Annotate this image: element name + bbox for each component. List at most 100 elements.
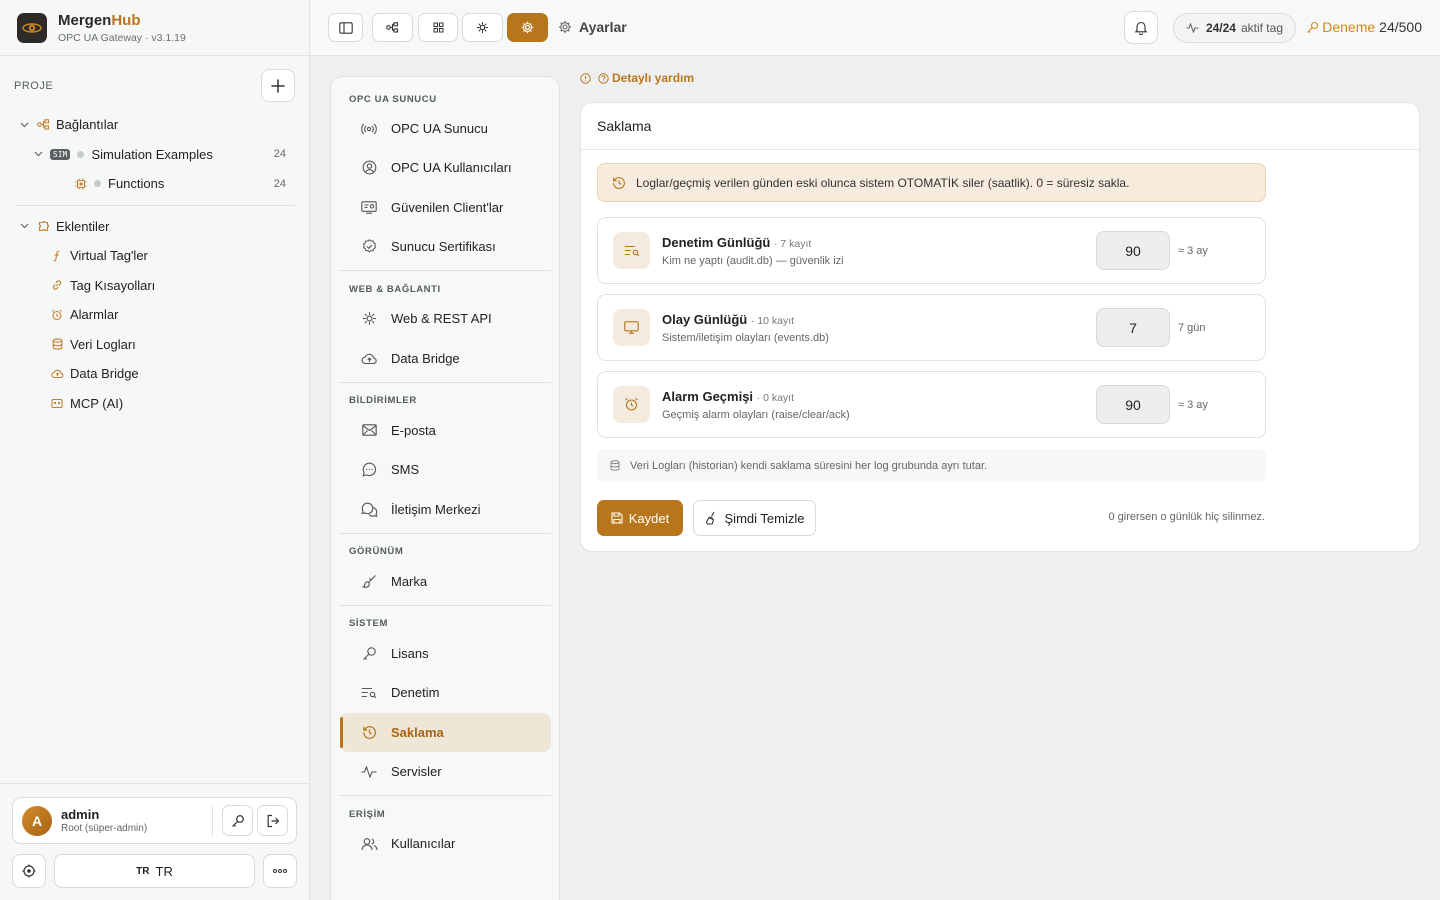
app-logo — [17, 12, 47, 43]
tree-item-connections[interactable]: Bağlantılar — [0, 110, 310, 140]
database-icon — [610, 460, 620, 471]
status-dot — [94, 180, 101, 188]
nav-item-web-rest-api[interactable]: Web & REST API — [340, 299, 551, 338]
project-tree: Bağlantılar SIM Simulation Examples 24 F… — [0, 110, 310, 418]
active-tags-label: aktif tag — [1240, 21, 1283, 35]
project-label: PROJE — [14, 79, 54, 92]
page-title: Ayarlar — [558, 19, 627, 35]
activity-icon — [1186, 23, 1199, 33]
sim-badge: SIM — [50, 148, 71, 160]
plugin-icon — [36, 219, 50, 233]
tree-item-plugins[interactable]: Eklentiler — [0, 212, 310, 242]
tree-item-alarms[interactable]: Alarmlar — [0, 300, 310, 330]
chevron-down-icon[interactable] — [18, 223, 30, 229]
target-icon — [22, 864, 36, 878]
help-link[interactable]: Detaylı yardım — [580, 71, 694, 85]
nav-item-services[interactable]: Servisler — [340, 752, 551, 791]
settings-view-button[interactable] — [507, 13, 548, 42]
card-title: Saklama — [581, 103, 1419, 150]
active-tags-badge[interactable]: 24/24 aktif tag — [1172, 13, 1296, 43]
nav-group-title: ERİŞİM — [349, 808, 386, 820]
tree-item-virtual-tags[interactable]: Virtual Tag'ler — [0, 241, 310, 271]
more-button[interactable] — [263, 854, 297, 888]
add-project-button[interactable] — [261, 69, 295, 102]
chevron-down-icon[interactable] — [18, 122, 30, 128]
tree-item-data-bridge[interactable]: Data Bridge — [0, 359, 310, 389]
help-circle-icon — [598, 72, 609, 84]
nav-item-sms[interactable]: SMS — [340, 450, 551, 489]
logout-button[interactable] — [257, 805, 288, 836]
nav-group-title: WEB & BAĞLANTI — [349, 283, 441, 295]
locate-button[interactable] — [12, 854, 46, 888]
historian-note: Veri Logları (historian) kendi saklama s… — [597, 449, 1266, 482]
status-dot — [77, 150, 85, 158]
brand-name: MergenHub — [58, 11, 141, 29]
nav-item-users[interactable]: Kullanıcılar — [340, 824, 551, 863]
topbar: Ayarlar 24/24 aktif tag Deneme 24/500 — [310, 0, 1440, 56]
row-description: Sistem/iletişim olayları (events.db) — [662, 331, 829, 344]
connections-view-button[interactable] — [372, 13, 413, 42]
user-name: admin — [61, 807, 100, 822]
logout-icon — [267, 814, 279, 827]
nav-item-audit[interactable]: Denetim — [340, 673, 551, 712]
language-selector[interactable]: TR TR — [54, 854, 255, 888]
nav-group-title: OPC UA SUNUCU — [349, 93, 437, 105]
alarm-icon — [613, 386, 650, 423]
project-header: PROJE — [14, 69, 295, 102]
nav-item-license[interactable]: Lisans — [340, 634, 551, 673]
nav-item-brand[interactable]: Marka — [340, 562, 551, 601]
tree-item-simulation[interactable]: SIM Simulation Examples 24 — [0, 140, 310, 170]
toggle-sidebar-button[interactable] — [328, 13, 363, 42]
api-view-button[interactable] — [462, 13, 503, 42]
notifications-button[interactable] — [1124, 11, 1158, 44]
nav-item-data-bridge[interactable]: Data Bridge — [340, 338, 551, 377]
users-icon — [360, 835, 378, 853]
grid-view-button[interactable] — [418, 13, 458, 42]
row-description: Geçmiş alarm olayları (raise/clear/ack) — [662, 408, 850, 421]
nav-item-retention[interactable]: Saklama — [340, 712, 551, 752]
user-circle-icon — [360, 159, 378, 177]
broadcast-icon — [360, 120, 378, 138]
nav-item-opcua-server[interactable]: OPC UA Sunucu — [340, 109, 551, 148]
api-icon — [477, 22, 488, 33]
tree-item-functions[interactable]: Functions 24 — [0, 169, 310, 199]
trial-value: 24/500 — [1379, 19, 1422, 35]
retention-row-alarms: Alarm Geçmişi · 0 kayıt Geçmiş alarm ola… — [597, 371, 1266, 438]
retention-days-input[interactable]: 90 — [1096, 231, 1170, 270]
tree-item-mcp[interactable]: MCP (AI) — [0, 389, 310, 419]
retention-days-input[interactable]: 7 — [1096, 308, 1170, 347]
list-search-icon — [360, 684, 378, 702]
retention-approx: 7 gün — [1178, 321, 1206, 334]
user-role: Root (süper-admin) — [61, 823, 148, 834]
message-icon — [360, 461, 378, 479]
save-button[interactable]: Kaydet — [597, 500, 683, 536]
language-label: TR — [155, 863, 173, 879]
tree-item-data-logs[interactable]: Veri Logları — [0, 330, 310, 360]
nav-item-opcua-users[interactable]: OPC UA Kullanıcıları — [340, 148, 551, 187]
list-search-icon — [613, 232, 650, 269]
grid-icon — [433, 22, 443, 33]
chip-icon — [74, 177, 88, 191]
record-count: · 7 kayıt — [773, 237, 812, 250]
brand-subtitle: OPC UA Gateway · v3.1.19 — [58, 31, 186, 44]
nav-item-server-certificate[interactable]: Sunucu Sertifikası — [340, 227, 551, 266]
chevron-down-icon[interactable] — [32, 151, 44, 157]
history-icon — [360, 723, 378, 741]
api-icon — [360, 310, 378, 328]
nav-item-trusted-clients[interactable]: Güvenilen Client'lar — [340, 188, 551, 227]
trial-license-indicator[interactable]: Deneme 24/500 — [1306, 19, 1422, 35]
connections-icon — [36, 118, 50, 132]
retention-days-input[interactable]: 90 — [1096, 385, 1170, 424]
settings-nav: OPC UA SUNUCU OPC UA Sunucu OPC UA Kulla… — [330, 76, 560, 900]
tag-count: 24 — [273, 177, 286, 190]
brand-header: MergenHub OPC UA Gateway · v3.1.19 — [0, 0, 309, 56]
retention-row-audit: Denetim Günlüğü · 7 kayıt Kim ne yaptı (… — [597, 217, 1266, 284]
avatar: A — [22, 805, 52, 836]
nav-item-email[interactable]: E-posta — [340, 411, 551, 450]
retention-approx: ≈ 3 ay — [1178, 398, 1208, 411]
change-password-button[interactable] — [222, 805, 253, 836]
bell-icon — [1134, 21, 1148, 35]
clean-now-button[interactable]: Şimdi Temizle — [693, 500, 816, 536]
tree-item-tag-shortcuts[interactable]: Tag Kısayolları — [0, 271, 310, 301]
nav-item-communication-center[interactable]: İletişim Merkezi — [340, 489, 551, 528]
